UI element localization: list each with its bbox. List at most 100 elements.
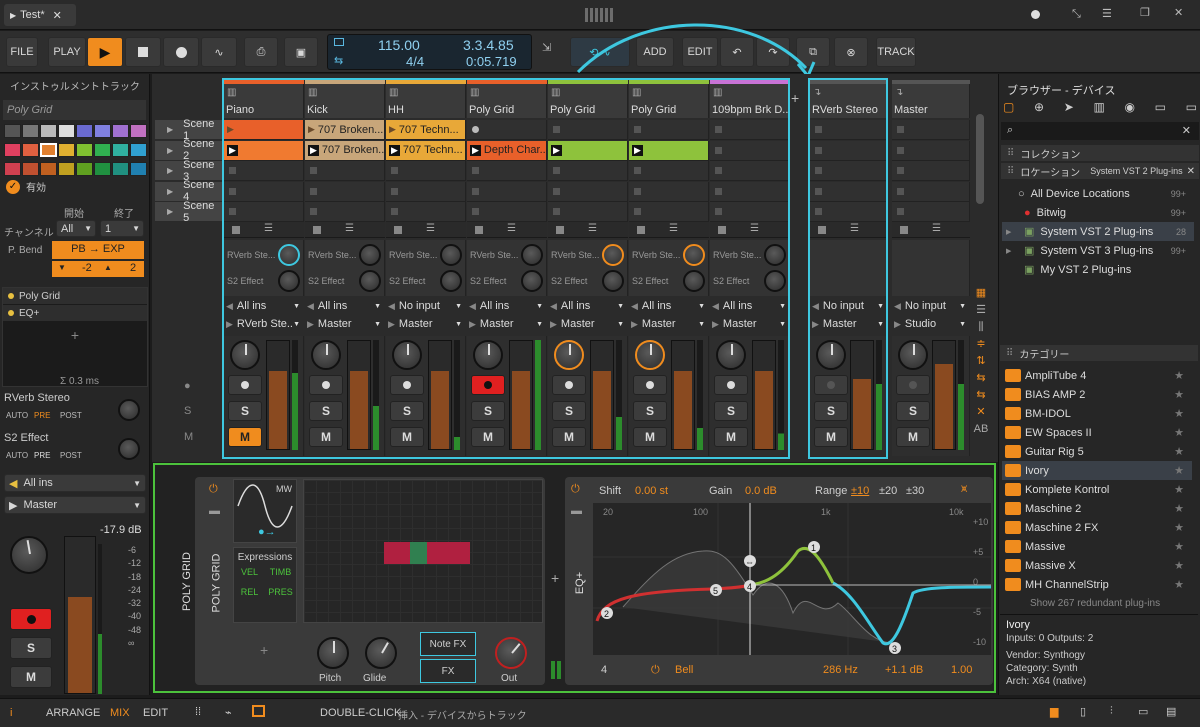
track-menu-icon[interactable]: ☰ (932, 223, 941, 234)
add-device-icon[interactable]: + (3, 327, 147, 343)
close-tab-icon[interactable]: ✕ (53, 9, 62, 22)
input-select[interactable]: ◀ No input ▼ (894, 300, 966, 312)
plugin-item[interactable]: Maschine 2 FX ★ (1002, 518, 1192, 537)
out-knob[interactable] (495, 637, 527, 669)
favorite-star-icon[interactable]: ★ (1174, 407, 1184, 420)
solo-button[interactable]: S (10, 637, 52, 659)
color-chip-selected[interactable] (40, 143, 57, 157)
shift-value[interactable]: 0.00 st (635, 485, 668, 497)
presets-tab-icon[interactable]: ⊕ (1034, 100, 1044, 118)
range-30[interactable]: ±30 (906, 485, 924, 497)
volume-meter[interactable] (64, 536, 96, 694)
band-freq[interactable]: 286 Hz (823, 664, 858, 676)
send-1-post[interactable]: POST (60, 411, 82, 420)
color-chip[interactable] (130, 124, 147, 138)
clip-slot[interactable] (892, 120, 970, 140)
sends-icon[interactable]: ⇆ (972, 387, 990, 404)
scene-play-icon[interactable]: ▶ (167, 146, 173, 155)
mute-button[interactable]: M (896, 427, 930, 447)
fx-icon[interactable]: ≑ (972, 336, 990, 353)
band-type[interactable]: Bell (675, 664, 693, 676)
location-item[interactable]: ▶ ▣ System VST 3 Plug-ins 99+ (1002, 241, 1194, 260)
device-item[interactable]: Poly Grid (3, 288, 147, 304)
color-chip[interactable] (76, 124, 93, 138)
plugin-tab-icon[interactable]: ➤ (1064, 100, 1074, 118)
pb-range-field[interactable]: ▼ -2 ▲ 2 (52, 261, 144, 277)
plugin-item[interactable]: Massive ★ (1002, 537, 1192, 556)
delete-button[interactable]: ⊗ (834, 37, 868, 67)
record-enable-icon[interactable]: ● (184, 380, 191, 392)
color-palette[interactable] (4, 124, 147, 180)
color-chip[interactable] (94, 124, 111, 138)
send-2-auto[interactable]: AUTO (6, 451, 28, 460)
arm-button[interactable] (10, 608, 52, 630)
pres-expression[interactable]: PRES (265, 587, 296, 597)
edit-tab[interactable]: EDIT (143, 707, 168, 719)
active-toggle[interactable]: ✓ 有効 (6, 179, 46, 194)
plugin-item[interactable]: MH ChannelStrip ★ (1002, 575, 1192, 594)
output-select[interactable]: ▶ Studio ▼ (894, 318, 966, 330)
color-chip[interactable] (4, 124, 21, 138)
volume-meter[interactable] (932, 340, 956, 450)
empty-slot-icon[interactable] (897, 208, 904, 215)
send-2-knob[interactable] (118, 438, 140, 460)
project-tab[interactable]: ▶ Test * ✕ (4, 4, 76, 26)
browser-search[interactable]: ⌕ ✕ (1001, 122, 1199, 140)
gain-value[interactable]: 0.0 dB (745, 485, 777, 497)
location-item[interactable]: ▣ My VST 2 Plug-ins (1002, 260, 1194, 279)
devices-icon[interactable]: ▤ (1166, 705, 1176, 718)
band-q[interactable]: 1.00 (951, 664, 972, 676)
track-button[interactable]: TRACK (876, 37, 916, 67)
color-chip[interactable] (4, 162, 21, 176)
send-1-pre[interactable]: PRE (34, 411, 50, 420)
stop-button[interactable] (125, 37, 161, 67)
fx-button[interactable]: FX (420, 659, 476, 683)
arm-button[interactable] (896, 375, 930, 395)
window-close-icon[interactable]: ✕ (1174, 6, 1183, 19)
location-header[interactable]: ⠿ ロケーション System VST 2 Plug-ins ✕ (1001, 163, 1199, 179)
disc-tab-icon[interactable]: ◉ (1124, 100, 1134, 118)
expand-arrow-icon[interactable]: ▶ (1006, 247, 1018, 255)
color-chip[interactable] (22, 124, 39, 138)
color-chip[interactable] (40, 162, 57, 176)
fullscreen-icon[interactable]: ⤡ (1072, 8, 1081, 21)
favorite-star-icon[interactable]: ★ (1174, 521, 1184, 534)
scene-row[interactable]: ▶ Scene 3 (155, 159, 222, 183)
color-chip[interactable] (112, 162, 129, 176)
clip-slot[interactable] (892, 202, 970, 222)
volume-knob[interactable] (10, 536, 48, 574)
favorite-star-icon[interactable]: ★ (1174, 483, 1184, 496)
settings-icon[interactable]: ☰ (1102, 7, 1112, 20)
color-chip[interactable] (94, 162, 111, 176)
punch-icon[interactable]: ⇲ (542, 41, 551, 54)
end-select[interactable]: 1 ▼ (100, 220, 144, 237)
time-position[interactable]: 0:05.719 (466, 54, 517, 69)
color-chip[interactable] (112, 124, 129, 138)
close-icon[interactable]: ✕ (1187, 166, 1195, 177)
automation-write-button[interactable]: ∿ (201, 37, 237, 67)
rel-expression[interactable]: REL (234, 587, 265, 597)
category-header[interactable]: ⠿ カテゴリー (1000, 345, 1198, 361)
grid-icon[interactable]: ⁞⁞ (195, 706, 201, 718)
play-label-button[interactable]: PLAY (48, 37, 86, 67)
band-gain[interactable]: +1.1 dB (885, 664, 923, 676)
send-1-auto[interactable]: AUTO (6, 411, 28, 420)
panel-icon[interactable] (252, 705, 265, 717)
input-select[interactable]: ◀ All ins ▼ (4, 474, 146, 492)
location-item[interactable]: ▶ ▣ System VST 2 Plug-ins 28 (1002, 222, 1194, 241)
range-20[interactable]: ±20 (879, 485, 897, 497)
plugin-item[interactable]: Maschine 2 ★ (1002, 499, 1192, 518)
color-chip[interactable] (40, 124, 57, 138)
scene-play-icon[interactable]: ▶ (167, 166, 173, 175)
send-1-knob[interactable] (118, 399, 140, 421)
device-name-field[interactable]: Poly Grid (3, 100, 146, 120)
mute-all-icon[interactable]: M (184, 431, 193, 443)
color-chip[interactable] (58, 124, 75, 138)
solo-all-icon[interactable]: S (184, 405, 191, 417)
glide-knob[interactable] (365, 637, 397, 669)
scene-row[interactable]: ▶ Scene 5 (155, 200, 222, 224)
file-button[interactable]: FILE (6, 37, 38, 67)
bars-icon[interactable]: ⫼ (972, 319, 990, 336)
scene-play-icon[interactable]: ▶ (167, 125, 173, 134)
devices-tab-icon[interactable]: ▢ (1003, 100, 1014, 118)
